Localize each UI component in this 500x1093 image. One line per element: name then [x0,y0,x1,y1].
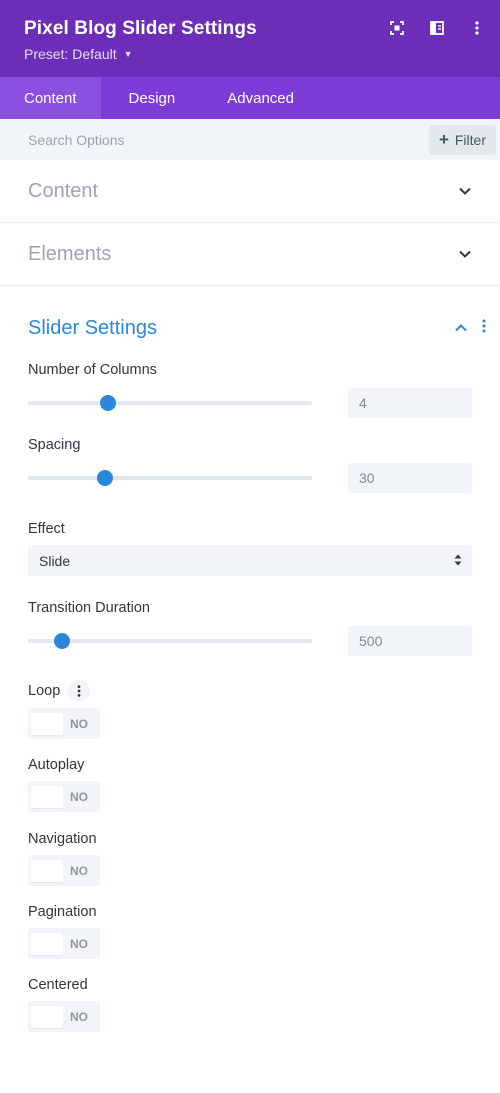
field-label: Transition Duration [28,600,150,616]
duration-slider[interactable] [28,633,312,649]
section-title: Content [28,179,99,202]
caret-down-icon: ▼ [123,49,133,59]
autoplay-toggle[interactable]: NO [28,781,100,812]
loop-label-row: Loop [28,680,472,702]
header-actions [388,18,486,38]
field-label: Navigation [28,831,97,847]
toggle-knob [31,859,63,882]
navigation-toggle[interactable]: NO [28,855,100,886]
effect-select[interactable]: Slide [28,545,472,576]
columns-input[interactable]: 4 [348,388,472,418]
field-label: Loop [28,683,61,699]
tab-content[interactable]: Content [0,77,101,119]
chevron-up-icon[interactable] [454,321,468,335]
select-arrows-icon [454,553,462,569]
spacing-range-row: 30 [28,463,472,493]
field-label: Effect [28,521,65,537]
columns-slider[interactable] [28,395,312,411]
plus-icon: + [438,130,449,149]
spacing-slider[interactable] [28,470,312,486]
section-actions [454,319,486,338]
toggle-state: NO [70,863,88,878]
split-view-icon[interactable] [428,18,446,38]
section-title: Slider Settings [28,316,157,339]
toggle-knob [31,932,63,955]
modal-header: Pixel Blog Slider Settings Preset: Defau… [0,0,500,77]
toggle-state: NO [70,936,88,951]
tab-advanced[interactable]: Advanced [203,77,318,119]
field-label: Autoplay [28,757,85,773]
section-slider-settings: Slider Settings Number of Columns 4 Spac… [0,286,500,1032]
centered-toggle[interactable]: NO [28,1001,100,1032]
tab-bar: Content Design Advanced [0,77,500,119]
section-title: Elements [28,242,112,265]
pagination-toggle[interactable]: NO [28,928,100,959]
field-label: Number of Columns [28,362,157,378]
section-header[interactable]: Slider Settings [28,286,486,370]
field-label: Pagination [28,904,97,920]
field-label: Spacing [28,437,81,453]
toggle-state: NO [70,789,88,804]
filter-label: Filter [454,131,486,148]
filter-button[interactable]: + Filter [428,124,496,155]
chevron-down-icon [458,247,472,261]
field-label: Centered [28,977,88,993]
effect-selected-value: Slide [39,552,71,569]
toggle-state: NO [70,1009,88,1024]
toggle-knob [31,785,63,808]
toggle-state: NO [70,716,88,731]
expand-icon[interactable] [388,18,406,38]
slider-thumb[interactable] [54,633,71,649]
section-content[interactable]: Content [0,160,500,223]
columns-range-row: 4 [28,388,472,418]
search-input[interactable] [28,131,308,148]
tab-design[interactable]: Design [101,77,204,119]
search-bar: + Filter [0,119,500,160]
more-vertical-icon[interactable] [468,18,486,38]
section-elements[interactable]: Elements [0,223,500,286]
duration-input[interactable]: 500 [348,626,472,656]
slider-thumb[interactable] [99,395,116,411]
more-vertical-icon[interactable] [68,680,91,702]
more-vertical-icon[interactable] [482,319,486,338]
spacing-input[interactable]: 30 [348,463,472,493]
preset-dropdown[interactable]: Preset: Default ▼ [24,46,133,62]
chevron-down-icon [458,184,472,198]
toggle-knob [31,1005,63,1028]
toggle-knob [31,712,63,735]
loop-toggle[interactable]: NO [28,708,100,739]
preset-label: Preset: Default [24,46,117,62]
duration-range-row: 500 [28,626,472,656]
slider-thumb[interactable] [96,470,113,486]
